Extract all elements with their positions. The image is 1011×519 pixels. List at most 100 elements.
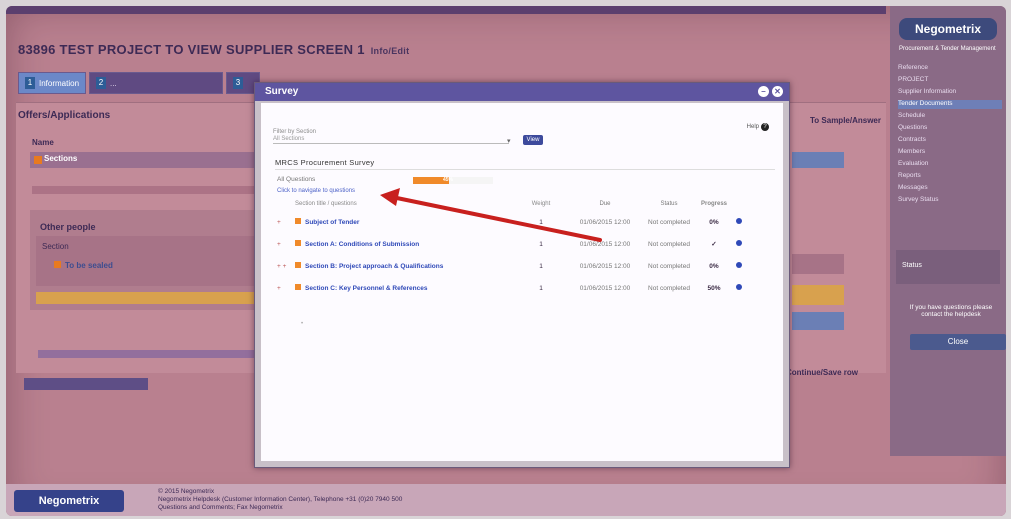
name-label: Name bbox=[32, 138, 54, 147]
section-filter-select[interactable]: All Sections bbox=[273, 136, 304, 142]
row-due: 01/06/2015 12:00 bbox=[579, 262, 631, 270]
footer-text: © 2015 Negometrix Negometrix Helpdesk (C… bbox=[158, 488, 402, 512]
section-title: Section C: Key Personnel & References bbox=[305, 285, 428, 292]
top-band bbox=[6, 6, 886, 14]
right-panel-block bbox=[792, 254, 844, 274]
warning-bar-right bbox=[792, 285, 844, 305]
row-status: Not completed bbox=[648, 218, 690, 226]
sidebar-item[interactable]: Reports bbox=[898, 172, 1002, 181]
tab-2[interactable]: 2 ... bbox=[89, 72, 224, 94]
tab-information[interactable]: 1 Information bbox=[18, 72, 87, 94]
row-due: 01/06/2015 12:00 bbox=[579, 240, 631, 248]
row-expand[interactable]: + bbox=[277, 285, 295, 292]
help-label: Help bbox=[746, 124, 759, 130]
sidebar-menu: Reference PROJECT Supplier Information T… bbox=[898, 64, 1002, 208]
info-icon[interactable] bbox=[736, 262, 742, 268]
table-row: + Subject of Tender 1 01/06/2015 12:00 N… bbox=[277, 211, 777, 233]
table-header: Section title / questions Weight Due Sta… bbox=[277, 201, 777, 211]
table-row: + + Section B: Project approach & Qualif… bbox=[277, 255, 777, 277]
row-weight: 1 bbox=[539, 218, 543, 226]
help-icon: ? bbox=[761, 123, 769, 131]
row-status: Not completed bbox=[648, 262, 690, 270]
sidebar-item[interactable]: Supplier Information bbox=[898, 88, 1002, 97]
logo-subtitle: Procurement & Tender Management bbox=[899, 46, 996, 52]
row-expand[interactable]: + + bbox=[277, 263, 295, 270]
view-button[interactable]: View bbox=[523, 135, 543, 145]
table-row: + Section A: Conditions of Submission 1 … bbox=[277, 233, 777, 255]
section-heading: Offers/Applications bbox=[18, 110, 111, 121]
sidebar-item[interactable]: PROJECT bbox=[898, 76, 1002, 85]
tab-label: Information bbox=[39, 78, 80, 88]
col-status: Status bbox=[660, 201, 678, 207]
progress-label: 45% bbox=[443, 177, 454, 183]
col-due: Due bbox=[599, 201, 611, 207]
status-dot-icon bbox=[34, 156, 42, 164]
sidebar-item[interactable]: Survey Status bbox=[898, 196, 1002, 205]
tab-number: 1 bbox=[25, 77, 35, 89]
sidebar-item[interactable]: Members bbox=[898, 148, 1002, 157]
status-dot-icon bbox=[295, 240, 301, 246]
tab-number: 3 bbox=[233, 77, 244, 89]
help-link[interactable]: Help? bbox=[747, 123, 769, 131]
right-submit-button[interactable] bbox=[792, 312, 844, 330]
status-label: All Questions bbox=[277, 176, 316, 183]
other-people-label: Other people bbox=[40, 222, 96, 232]
sidebar-item[interactable]: Reference bbox=[898, 64, 1002, 73]
status-dot-icon bbox=[295, 218, 301, 224]
right-action-button[interactable] bbox=[792, 152, 844, 168]
page-title: 83896 TEST PROJECT TO VIEW SUPPLIER SCRE… bbox=[18, 42, 409, 57]
screen: 83896 TEST PROJECT TO VIEW SUPPLIER SCRE… bbox=[6, 6, 1006, 516]
tab-number: 2 bbox=[96, 77, 107, 89]
footnote-link[interactable] bbox=[38, 350, 256, 358]
section-link[interactable]: Section B: Project approach & Qualificat… bbox=[295, 262, 444, 270]
section-title: Subject of Tender bbox=[305, 219, 360, 226]
continue-save-text: Continue/Save row bbox=[786, 368, 859, 377]
page-title-text: 83896 TEST PROJECT TO VIEW SUPPLIER SCRE… bbox=[18, 42, 365, 57]
sidebar-item-active[interactable]: Tender Documents bbox=[898, 100, 1002, 109]
row-expand[interactable]: + bbox=[277, 219, 295, 226]
row-weight: 1 bbox=[539, 262, 543, 270]
sidebar-close-button[interactable]: Close bbox=[910, 334, 1006, 350]
info-icon[interactable] bbox=[736, 218, 742, 224]
back-button[interactable] bbox=[24, 378, 148, 390]
right-column-heading: To Sample/Answer bbox=[810, 116, 881, 125]
section-link[interactable]: Section C: Key Personnel & References bbox=[295, 284, 428, 292]
sidebar-item[interactable]: Contracts bbox=[898, 136, 1002, 145]
info-icon[interactable] bbox=[736, 240, 742, 246]
navigate-link[interactable]: Click to navigate to questions bbox=[277, 188, 355, 194]
sidebar-item[interactable]: Messages bbox=[898, 184, 1002, 193]
status-dot-icon bbox=[295, 284, 301, 290]
section-title: Section B: Project approach & Qualificat… bbox=[305, 263, 444, 270]
col-weight: Weight bbox=[531, 201, 551, 207]
warning-bar bbox=[36, 292, 262, 304]
other-people-item[interactable]: To be sealed bbox=[54, 261, 113, 270]
status-dot-icon bbox=[54, 261, 61, 268]
sidebar-item[interactable]: Questions bbox=[898, 124, 1002, 133]
section-link[interactable]: Section A: Conditions of Submission bbox=[295, 240, 419, 248]
modal-title: Survey bbox=[265, 86, 299, 97]
row-progress: 0% bbox=[709, 262, 719, 270]
table-row: + Section C: Key Personnel & References … bbox=[277, 277, 777, 299]
row-progress: ✓ bbox=[711, 241, 717, 248]
survey-table: Section title / questions Weight Due Sta… bbox=[277, 201, 777, 299]
section-link[interactable]: Subject of Tender bbox=[295, 218, 360, 226]
row-status: Not completed bbox=[648, 284, 690, 292]
tab-label: ... bbox=[110, 78, 117, 88]
other-item-label: To be sealed bbox=[65, 261, 113, 270]
page-title-suffix: Info/Edit bbox=[370, 46, 410, 56]
sidebar-item[interactable]: Evaluation bbox=[898, 160, 1002, 169]
modal-controls: – ✕ bbox=[755, 86, 783, 97]
footer-line: Questions and Comments; Fax Negometrix bbox=[158, 504, 283, 511]
divider bbox=[275, 169, 775, 170]
col-title: Section title / questions bbox=[295, 201, 357, 207]
row-expand[interactable]: + bbox=[277, 241, 295, 248]
modal-header: Survey – ✕ bbox=[255, 83, 789, 101]
chevron-down-icon[interactable]: ▾ bbox=[507, 137, 511, 145]
info-icon[interactable] bbox=[736, 284, 742, 290]
row-due: 01/06/2015 12:00 bbox=[579, 218, 631, 226]
close-icon[interactable]: ✕ bbox=[772, 86, 783, 97]
sidebar-item[interactable]: Schedule bbox=[898, 112, 1002, 121]
row-weight: 1 bbox=[539, 240, 543, 248]
minimize-icon[interactable]: – bbox=[758, 86, 769, 97]
footer bbox=[6, 484, 1006, 516]
